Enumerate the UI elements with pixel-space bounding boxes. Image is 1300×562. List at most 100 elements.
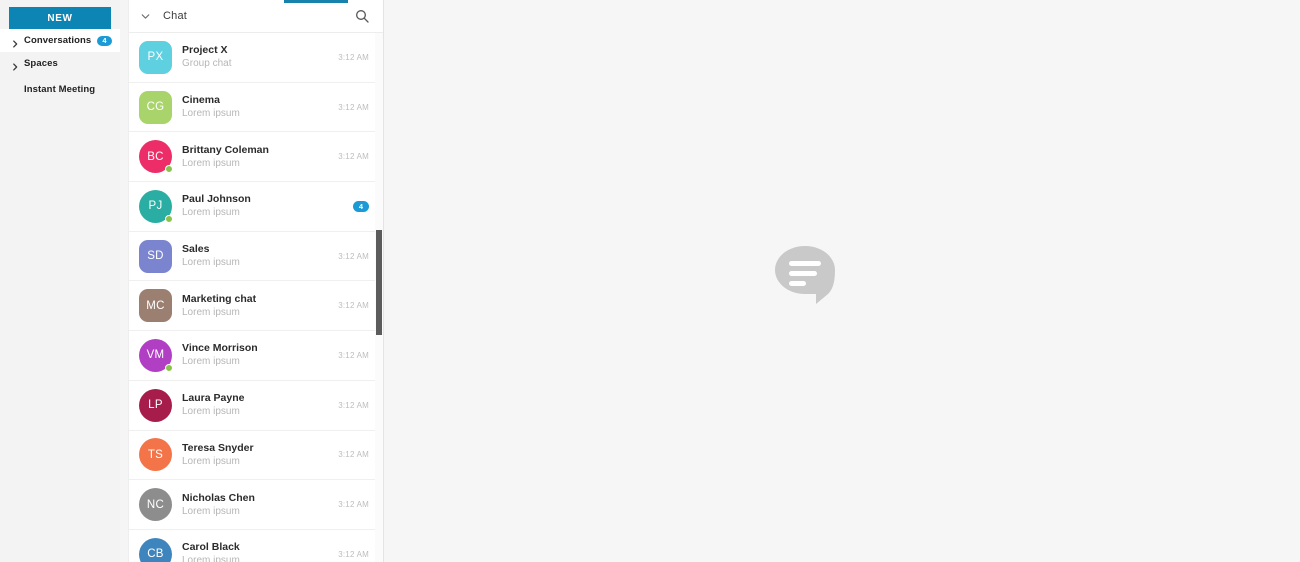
avatar: PJ: [139, 189, 173, 223]
conversation-name: Brittany Coleman: [182, 143, 269, 156]
conversation-preview: Lorem ipsum: [182, 257, 240, 269]
conversation-text: Project X Group chat: [182, 43, 327, 71]
conversation-preview: Lorem ipsum: [182, 455, 240, 467]
conversation-timestamp: 3:12 AM: [338, 450, 369, 460]
conversation-meta: 3:12 AM: [335, 252, 369, 261]
conversation-meta: 3:12 AM: [335, 53, 369, 62]
avatar: VM: [139, 338, 173, 372]
avatar-initials: PX: [139, 40, 172, 74]
conversation-row[interactable]: PJ Paul Johnson Lorem ipsum 4: [129, 182, 383, 232]
conversation-meta: 3:12 AM: [335, 450, 369, 459]
avatar-initials: CG: [139, 90, 172, 124]
avatar-initials: SD: [139, 239, 172, 273]
conversation-text: Brittany Coleman Lorem ipsum: [182, 143, 327, 171]
conversation-row[interactable]: TS Teresa Snyder Lorem ipsum 3:12 AM: [129, 430, 383, 481]
conversation-list-panel: Chat PX Project X Group chat 3:12 AM CG Cinem…: [128, 0, 384, 562]
conversation-preview: Lorem ipsum: [182, 555, 240, 562]
conversation-timestamp: 3:12 AM: [338, 400, 369, 410]
avatar-initials: CB: [139, 537, 172, 562]
conversation-timestamp: 3:12 AM: [338, 152, 369, 162]
sidebar-item-label: Instant Meeting: [24, 84, 96, 95]
new-button[interactable]: NEW: [9, 7, 111, 29]
conversation-meta: 3:12 AM: [335, 152, 369, 161]
conversation-row[interactable]: VM Vince Morrison Lorem ipsum 3:12 AM: [129, 331, 383, 381]
left-sidebar: NEW Conversations 4 Spaces Instant Meeting: [0, 0, 120, 562]
scrollbar-thumb[interactable]: [376, 230, 382, 335]
conversation-timestamp: 3:12 AM: [338, 251, 369, 261]
conversation-text: Cinema Lorem ipsum: [182, 93, 327, 121]
chevron-right-icon: [10, 36, 20, 48]
conversation-preview: Lorem ipsum: [182, 207, 240, 219]
conversation-name: Cinema: [182, 94, 220, 107]
avatar: SD: [139, 239, 172, 273]
conversation-name: Project X: [182, 44, 228, 57]
conversation-preview: Lorem ipsum: [182, 157, 240, 169]
conversation-text: Carol Black Lorem ipsum: [182, 540, 327, 562]
conversation-list-scrollbar[interactable]: [375, 33, 383, 562]
conversation-name: Paul Johnson: [182, 193, 251, 206]
conversation-name: Vince Morrison: [182, 342, 258, 355]
conversation-name: Sales: [182, 243, 210, 256]
conversation-text: Laura Payne Lorem ipsum: [182, 391, 327, 419]
conversation-preview: Lorem ipsum: [182, 406, 240, 418]
avatar-initials: TS: [139, 438, 172, 472]
conversation-name: Laura Payne: [182, 392, 245, 405]
conversation-row[interactable]: NC Nicholas Chen Lorem ipsum 3:12 AM: [129, 480, 383, 530]
avatar-initials: LP: [139, 388, 172, 422]
avatar: NC: [139, 488, 172, 522]
conversation-list: PX Project X Group chat 3:12 AM CG Cinema Lore…: [129, 33, 383, 562]
conversation-row[interactable]: CG Cinema Lorem ipsum 3:12 AM: [129, 82, 383, 133]
conversation-text: Nicholas Chen Lorem ipsum: [182, 491, 327, 519]
conversation-meta: 3:12 AM: [335, 351, 369, 360]
conversation-list-title: Chat: [163, 10, 188, 22]
conversation-timestamp: 3:12 AM: [338, 500, 369, 510]
chevron-down-icon[interactable]: [139, 10, 152, 23]
sidebar-nav-list: Conversations 4 Spaces Instant Meeting: [0, 29, 120, 101]
conversation-preview: Group chat: [182, 58, 232, 70]
conversation-timestamp: 3:12 AM: [338, 52, 369, 62]
conversation-row[interactable]: CB Carol Black Lorem ipsum 3:12 AM: [129, 529, 383, 562]
conversation-preview: Lorem ipsum: [182, 356, 240, 368]
conversation-text: Vince Morrison Lorem ipsum: [182, 341, 327, 369]
avatar: LP: [139, 388, 172, 422]
conversation-meta: 3:12 AM: [335, 550, 369, 559]
conversation-row[interactable]: MC Marketing chat Lorem ipsum 3:12 AM: [129, 281, 383, 332]
chat-bubble-icon: [772, 240, 842, 310]
conversation-text: Marketing chat Lorem ipsum: [182, 292, 327, 320]
conversation-timestamp: 3:12 AM: [338, 350, 369, 360]
conversation-text: Teresa Snyder Lorem ipsum: [182, 441, 327, 469]
conversation-meta: 4: [335, 200, 369, 212]
avatar: CB: [139, 537, 172, 562]
conversation-name: Nicholas Chen: [182, 491, 255, 504]
avatar: BC: [139, 140, 173, 174]
conversation-row[interactable]: SD Sales Lorem ipsum 3:12 AM: [129, 231, 383, 282]
avatar: CG: [139, 90, 172, 124]
chat-application: NEW Conversations 4 Spaces Instant Meeting …: [0, 0, 1300, 562]
avatar: MC: [139, 289, 172, 323]
presence-online-indicator: [165, 214, 173, 223]
avatar: TS: [139, 438, 172, 472]
conversation-preview: Lorem ipsum: [182, 306, 240, 318]
conversation-row[interactable]: PX Project X Group chat 3:12 AM: [129, 33, 383, 83]
conversation-row[interactable]: BC Brittany Coleman Lorem ipsum 3:12 AM: [129, 132, 383, 183]
conversation-row[interactable]: LP Laura Payne Lorem ipsum 3:12 AM: [129, 380, 383, 431]
active-tab-indicator: [284, 0, 348, 3]
sidebar-item-instant-meeting[interactable]: Instant Meeting: [0, 78, 120, 101]
avatar: PX: [139, 40, 172, 74]
conversation-meta: 3:12 AM: [335, 103, 369, 112]
conversation-meta: 3:12 AM: [335, 301, 369, 310]
avatar-initials: NC: [139, 488, 172, 522]
avatar-initials: MC: [139, 289, 172, 323]
conversation-text: Paul Johnson Lorem ipsum: [182, 192, 327, 220]
sidebar-item-label: Conversations: [24, 35, 92, 46]
sidebar-item-spaces[interactable]: Spaces: [0, 52, 120, 75]
conversation-text: Sales Lorem ipsum: [182, 242, 327, 270]
conversation-preview: Lorem ipsum: [182, 108, 240, 120]
sidebar-item-conversations[interactable]: Conversations 4: [0, 29, 120, 52]
conversation-timestamp: 3:12 AM: [338, 301, 369, 311]
conversation-meta: 3:12 AM: [335, 401, 369, 410]
search-icon[interactable]: [354, 8, 370, 24]
presence-online-indicator: [165, 363, 173, 372]
conversation-name: Teresa Snyder: [182, 441, 254, 454]
sidebar-item-label: Spaces: [24, 58, 58, 69]
